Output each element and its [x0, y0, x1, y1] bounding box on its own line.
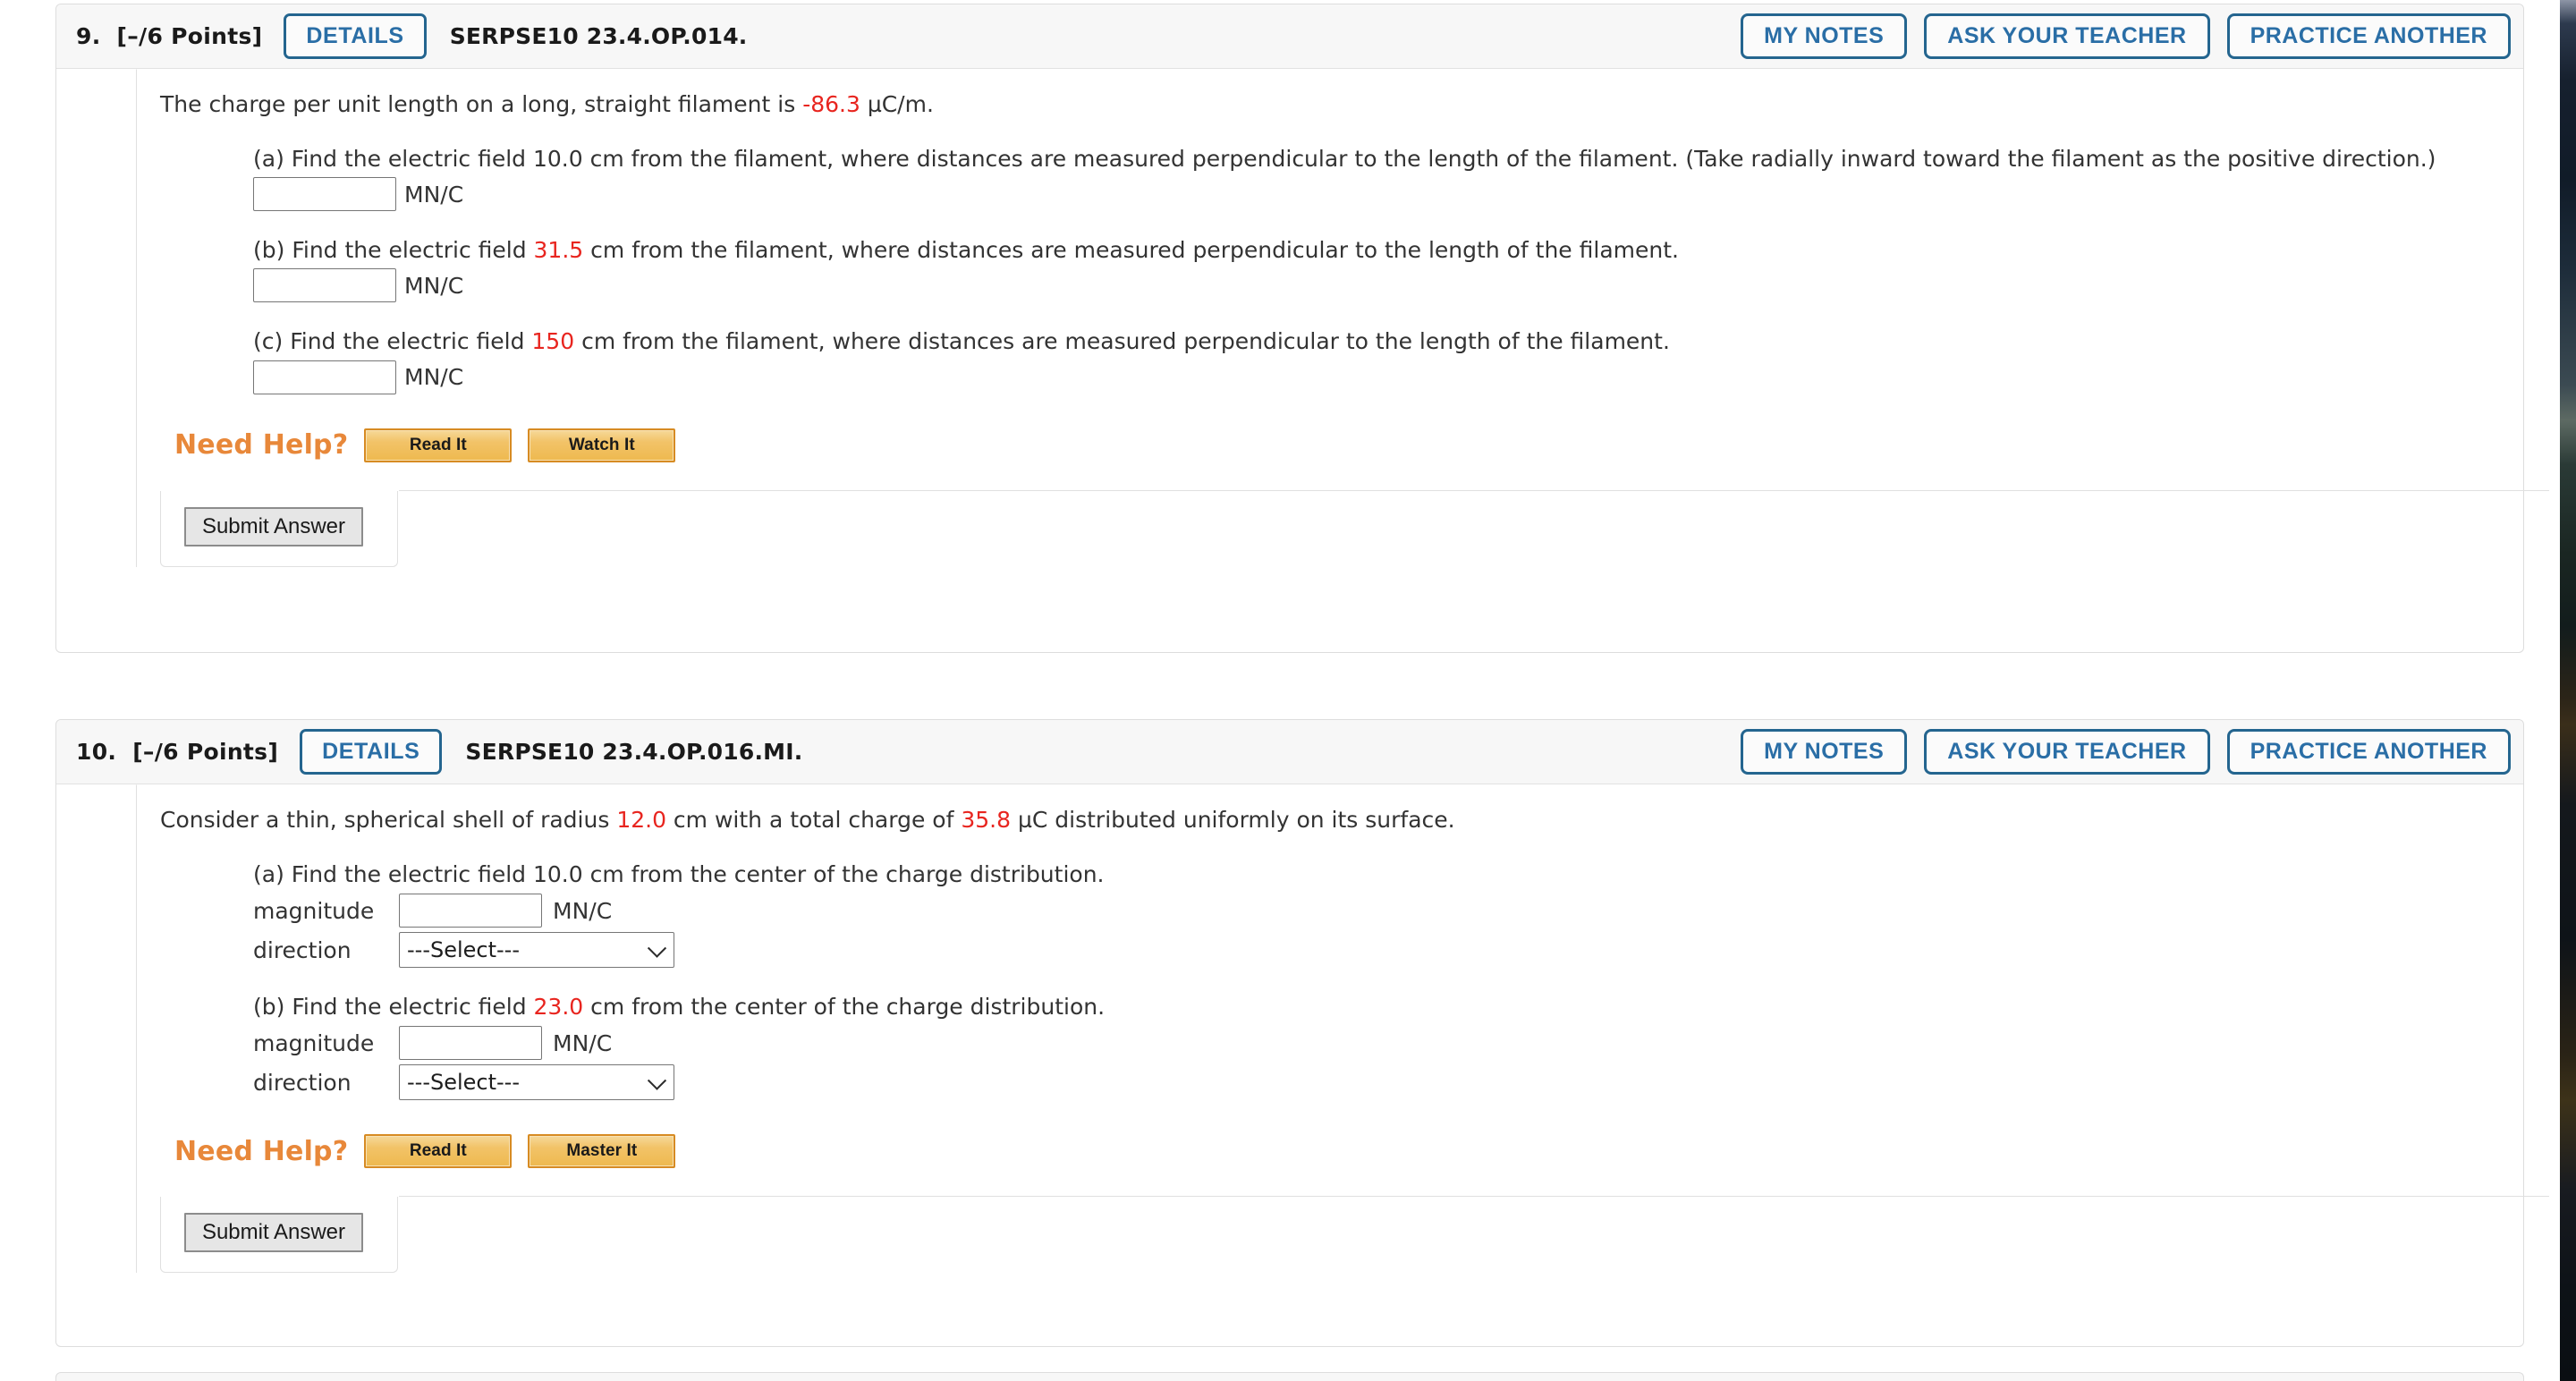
stem-text-after: µC/m.: [860, 91, 934, 117]
part-b-prefix: (b) Find the electric field: [253, 994, 534, 1020]
part-c-suffix: cm from the filament, where distances ar…: [574, 328, 1670, 355]
practice-another-button-10[interactable]: PRACTICE ANOTHER: [2226, 729, 2511, 775]
part-b-suffix: cm from the center of the charge distrib…: [583, 994, 1106, 1020]
question-9-code: SERPSE10 23.4.OP.014.: [449, 23, 748, 49]
answer-input-9b[interactable]: [253, 268, 396, 303]
question-9-part-b-text: (b) Find the electric field 31.5 cm from…: [253, 235, 2445, 265]
details-button-9[interactable]: DETAILS: [284, 13, 427, 59]
question-10-code: SERPSE10 23.4.OP.016.MI.: [465, 739, 803, 765]
question-10-submit-area: Submit Answer: [160, 1196, 2549, 1274]
unit-label-9a: MN/C: [404, 181, 464, 208]
master-it-button-10[interactable]: Master It: [528, 1134, 676, 1169]
next-question-card-top-edge: [55, 1372, 2524, 1381]
scroll-gutter[interactable]: [2551, 0, 2560, 1381]
question-9-content-panel: The charge per unit length on a long, st…: [136, 69, 2549, 567]
question-card-9: 9. [–/6 Points] DETAILS SERPSE10 23.4.OP…: [55, 4, 2549, 653]
part-b-prefix: (b) Find the electric field: [253, 237, 534, 263]
submit-answer-button-10[interactable]: Submit Answer: [184, 1213, 363, 1253]
direction-label-10a: direction: [253, 936, 352, 963]
stem-value: -86.3: [802, 91, 860, 117]
direction-label-10b: direction: [253, 1069, 352, 1096]
page-root: 9. [–/6 Points] DETAILS SERPSE10 23.4.OP…: [0, 0, 2576, 1381]
answer-input-9c[interactable]: [253, 360, 396, 394]
ask-your-teacher-button-9[interactable]: ASK YOUR TEACHER: [1924, 13, 2210, 59]
part-c-prefix: (c) Find the electric field: [253, 328, 532, 355]
question-10-number: 10. [–/6 Points]: [76, 739, 279, 765]
part-b-suffix: cm from the filament, where distances ar…: [583, 237, 1679, 263]
magnitude-label-10a: magnitude: [253, 897, 375, 924]
unit-label-9b: MN/C: [404, 272, 464, 299]
question-9-body: The charge per unit length on a long, st…: [56, 69, 2549, 567]
question-10-header: 10. [–/6 Points] DETAILS SERPSE10 23.4.O…: [56, 720, 2523, 784]
question-9-part-c-answer-row: MN/C: [253, 360, 2523, 394]
question-10-part-b-magnitude-row: magnitude MN/C: [253, 1026, 2523, 1061]
direction-select-10a-value: ---Select---: [407, 937, 520, 962]
question-10-part-a-direction-row: direction ---Select---: [253, 932, 2523, 968]
stem-text-before: Consider a thin, spherical shell of radi…: [160, 807, 617, 833]
chevron-down-icon: [647, 1071, 667, 1091]
stem-value-charge: 35.8: [961, 807, 1012, 833]
details-button-10[interactable]: DETAILS: [300, 729, 443, 775]
question-9-need-help: Need Help? Read It Watch It: [174, 428, 2523, 462]
question-10-stem: Consider a thin, spherical shell of radi…: [160, 805, 2523, 835]
magnitude-label-10b: magnitude: [253, 1029, 375, 1056]
question-10-part-a-text: (a) Find the electric field 10.0 cm from…: [253, 860, 1105, 887]
need-help-label-9: Need Help?: [174, 429, 349, 461]
question-9-number: 9. [–/6 Points]: [76, 23, 263, 49]
stem-value-radius: 12.0: [616, 807, 666, 833]
answer-input-9a[interactable]: [253, 177, 396, 211]
read-it-button-10[interactable]: Read It: [364, 1134, 513, 1169]
question-9-part-a-answer-row: MN/C: [253, 177, 2523, 211]
question-card-10: 10. [–/6 Points] DETAILS SERPSE10 23.4.O…: [55, 719, 2549, 1347]
question-9-stem: The charge per unit length on a long, st…: [160, 89, 2523, 120]
desktop-wallpaper-sliver: [2560, 0, 2576, 1381]
submit-divider-9: [399, 489, 2549, 491]
question-10-need-help: Need Help? Read It Master It: [174, 1134, 2523, 1169]
stem-text-after: µC distributed uniformly on its surface.: [1011, 807, 1455, 833]
question-10-part-b-text: (b) Find the electric field 23.0 cm from…: [253, 992, 2445, 1021]
question-10-body: Consider a thin, spherical shell of radi…: [56, 784, 2549, 1274]
question-9-part-c-text: (c) Find the electric field 150 cm from …: [253, 326, 2445, 356]
direction-select-10a[interactable]: ---Select---: [399, 932, 674, 968]
question-9-actions: MY NOTES ASK YOUR TEACHER PRACTICE ANOTH…: [1741, 13, 2511, 59]
read-it-button-9[interactable]: Read It: [364, 428, 513, 462]
unit-label-10a: MN/C: [553, 897, 613, 924]
submit-answer-button-9[interactable]: Submit Answer: [184, 506, 363, 546]
magnitude-input-10b[interactable]: [399, 1026, 542, 1061]
unit-label-10b: MN/C: [553, 1029, 613, 1056]
my-notes-button-10[interactable]: MY NOTES: [1741, 729, 1908, 775]
stem-text-mid: cm with a total charge of: [665, 807, 962, 833]
submit-divider-10: [399, 1196, 2549, 1198]
need-help-label-10: Need Help?: [174, 1135, 349, 1167]
question-9-part-a-text: (a) Find the electric field 10.0 cm from…: [253, 145, 2436, 172]
part-b-value: 23.0: [533, 994, 584, 1020]
part-c-value: 150: [531, 328, 575, 355]
question-9-header: 9. [–/6 Points] DETAILS SERPSE10 23.4.OP…: [56, 4, 2523, 69]
part-b-value: 31.5: [533, 237, 584, 263]
question-9-part-b-answer-row: MN/C: [253, 268, 2523, 303]
magnitude-input-10a[interactable]: [399, 894, 542, 928]
question-10-actions: MY NOTES ASK YOUR TEACHER PRACTICE ANOTH…: [1741, 729, 2511, 775]
practice-another-button-9[interactable]: PRACTICE ANOTHER: [2226, 13, 2511, 59]
question-10-part-a-magnitude-row: magnitude MN/C: [253, 894, 2523, 928]
ask-your-teacher-button-10[interactable]: ASK YOUR TEACHER: [1924, 729, 2210, 775]
chevron-down-icon: [647, 938, 667, 958]
question-10-content-panel: Consider a thin, spherical shell of radi…: [136, 784, 2549, 1274]
direction-select-10b-value: ---Select---: [407, 1070, 520, 1096]
watch-it-button-9[interactable]: Watch It: [528, 428, 676, 462]
question-9-submit-area: Submit Answer: [160, 489, 2549, 567]
direction-select-10b[interactable]: ---Select---: [399, 1064, 674, 1101]
my-notes-button-9[interactable]: MY NOTES: [1741, 13, 1908, 59]
stem-text-before: The charge per unit length on a long, st…: [160, 91, 803, 117]
question-10-part-b-direction-row: direction ---Select---: [253, 1064, 2523, 1101]
unit-label-9c: MN/C: [404, 364, 464, 390]
